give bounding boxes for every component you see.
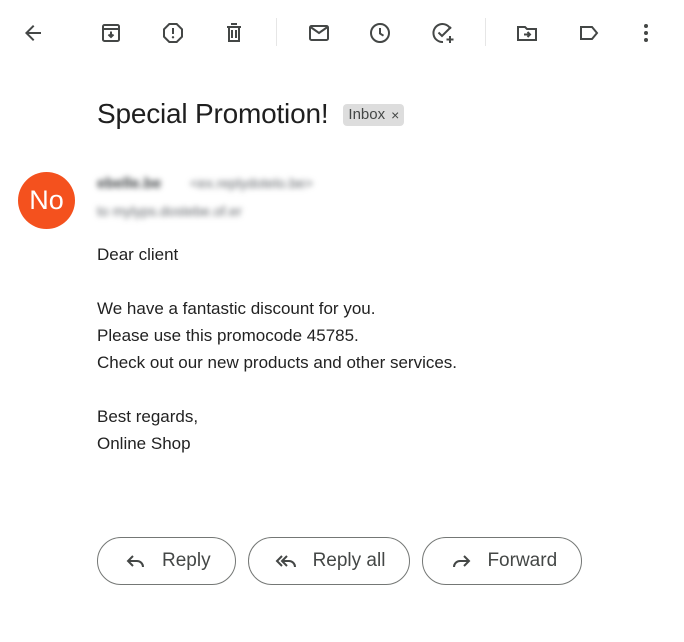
- avatar[interactable]: No: [18, 172, 75, 229]
- email-body: Dear client We have a fantastic discount…: [97, 241, 457, 457]
- toolbar-divider: [276, 18, 277, 46]
- forward-button[interactable]: Forward: [422, 537, 583, 585]
- back-icon: [25, 25, 41, 41]
- remove-label-icon[interactable]: ×: [391, 107, 399, 123]
- archive-button[interactable]: [91, 13, 131, 53]
- move-to-icon: [517, 26, 537, 41]
- subject-row: Special Promotion! Inbox ×: [97, 94, 405, 134]
- snooze-button[interactable]: [360, 13, 400, 53]
- recipient-line[interactable]: to mylyps.dostebe.of.er: [97, 203, 242, 219]
- reply-button[interactable]: Reply: [97, 537, 236, 585]
- reply-actions: Reply Reply all Forward: [97, 537, 594, 585]
- email-subject: Special Promotion!: [97, 98, 329, 129]
- reply-all-button[interactable]: Reply all: [247, 537, 411, 585]
- message-toolbar: [0, 0, 684, 66]
- reply-all-label: Reply all: [312, 550, 386, 571]
- reply-label: Reply: [162, 550, 211, 571]
- delete-button[interactable]: [214, 13, 254, 53]
- report-spam-button[interactable]: [153, 13, 193, 53]
- inbox-label-chip[interactable]: Inbox ×: [343, 104, 405, 126]
- body-line: Please use this promocode 45785.: [97, 326, 359, 345]
- mark-unread-button[interactable]: [299, 13, 339, 53]
- archive-icon: [102, 24, 120, 42]
- move-to-button[interactable]: [507, 13, 547, 53]
- label-text: Inbox: [348, 106, 386, 123]
- add-to-tasks-icon: [432, 23, 454, 44]
- body-signature: Online Shop: [97, 434, 191, 453]
- report-spam-icon: [163, 23, 183, 43]
- more-options-button[interactable]: [626, 13, 666, 53]
- delete-icon: [227, 23, 241, 42]
- more-options-icon: [644, 24, 648, 42]
- toolbar-divider: [485, 18, 486, 46]
- body-line: Check out our new products and other ser…: [97, 353, 458, 372]
- labels-icon: [580, 26, 599, 40]
- forward-icon: [453, 555, 471, 568]
- reply-all-icon: [275, 555, 296, 568]
- back-button[interactable]: [13, 13, 53, 53]
- forward-label: Forward: [487, 550, 558, 571]
- body-greeting: Dear client: [97, 245, 179, 264]
- sender-email: <ex.replydotelo.be>: [190, 175, 313, 191]
- avatar-initials: No: [29, 185, 64, 215]
- reply-icon: [126, 555, 144, 568]
- mark-unread-icon: [309, 25, 329, 41]
- body-closing: Best regards,: [97, 407, 199, 426]
- snooze-icon: [370, 23, 390, 43]
- add-to-tasks-button[interactable]: [423, 13, 463, 53]
- sender-name[interactable]: ebelle.be: [97, 175, 161, 192]
- body-line: We have a fantastic discount for you.: [97, 299, 376, 318]
- labels-button[interactable]: [569, 13, 609, 53]
